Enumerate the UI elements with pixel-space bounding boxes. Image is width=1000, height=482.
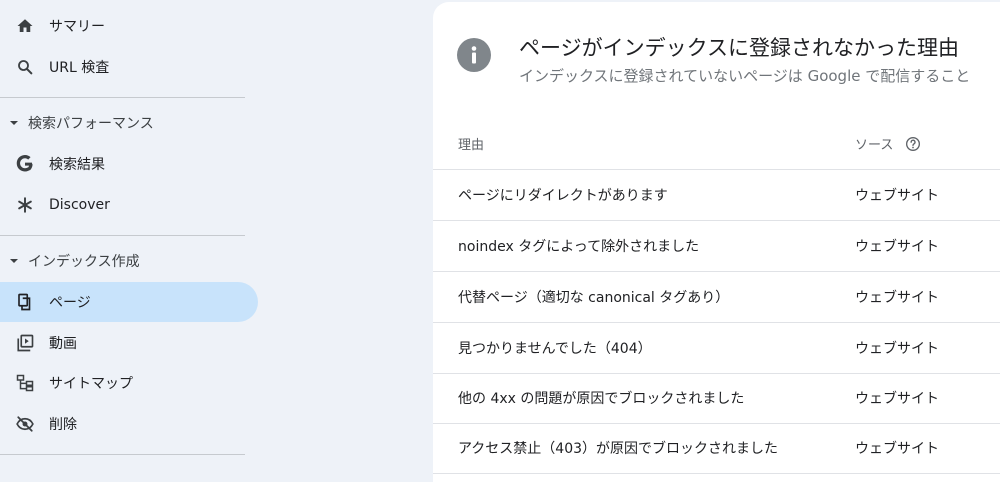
sidebar-item-label: Discover (49, 197, 110, 213)
row-source: ウェブサイト (855, 441, 939, 457)
table-row[interactable]: 代替ページ（適切な canonical タグあり） ウェブサイト (433, 272, 1000, 323)
search-icon (14, 56, 36, 78)
divider (0, 97, 245, 98)
sidebar-item-discover[interactable]: Discover (0, 185, 258, 225)
sidebar-item-label: URL 検査 (49, 60, 110, 76)
divider (0, 235, 245, 236)
sidebar-item-label: サマリー (49, 19, 105, 35)
sidebar-item-label: ページ (49, 295, 91, 311)
sidebar-item-summary[interactable]: サマリー (0, 6, 258, 46)
row-reason: 見つかりませんでした（404） (458, 341, 652, 357)
home-icon (14, 15, 36, 37)
row-source: ウェブサイト (855, 239, 939, 255)
row-source: ウェブサイト (855, 188, 939, 204)
row-reason: アクセス禁止（403）が原因でブロックされました (458, 441, 779, 457)
sitemap-icon (14, 372, 36, 394)
sidebar-item-sitemaps[interactable]: サイトマップ (0, 363, 258, 403)
asterisk-icon (14, 194, 36, 216)
row-source: ウェブサイト (855, 290, 939, 306)
pages-icon (14, 291, 36, 313)
column-header-source-label: ソース (855, 138, 894, 153)
section-label: 検索パフォーマンス (28, 116, 154, 132)
sidebar: サマリー URL 検査 検索パフォーマンス 検索結果 Discover インデッ… (0, 0, 262, 472)
sidebar-item-search-results[interactable]: 検索結果 (0, 144, 258, 184)
sidebar-item-label: サイトマップ (49, 376, 133, 392)
row-source: ウェブサイト (855, 341, 939, 357)
video-icon (14, 332, 36, 354)
row-reason: noindex タグによって除外されました (458, 239, 700, 255)
google-icon (14, 153, 36, 175)
sidebar-item-url-inspection[interactable]: URL 検査 (0, 47, 258, 87)
table-header: 理由 ソース (433, 120, 1000, 170)
table-row[interactable]: アクセス禁止（403）が原因でブロックされました ウェブサイト (433, 423, 1000, 474)
sidebar-item-label: 検索結果 (49, 157, 105, 173)
removal-icon (14, 413, 36, 435)
card-subtitle: インデックスに登録されていないページは Google で配信すること (519, 67, 971, 85)
sidebar-item-removals[interactable]: 削除 (0, 404, 258, 444)
table-row[interactable]: 見つかりませんでした（404） ウェブサイト (433, 323, 1000, 374)
help-icon[interactable] (905, 136, 921, 152)
info-icon (457, 38, 491, 72)
row-reason: 代替ページ（適切な canonical タグあり） (458, 290, 730, 306)
sidebar-item-video[interactable]: 動画 (0, 323, 258, 363)
caret-down-icon (9, 118, 21, 128)
section-header-performance[interactable]: 検索パフォーマンス (0, 106, 154, 140)
column-header-reason[interactable]: 理由 (458, 134, 484, 153)
row-reason: 他の 4xx の問題が原因でブロックされました (458, 391, 745, 407)
section-label: インデックス作成 (28, 254, 140, 270)
table-row[interactable]: noindex タグによって除外されました ウェブサイト (433, 221, 1000, 272)
table-row[interactable]: ページにリダイレクトがあります ウェブサイト (433, 170, 1000, 221)
divider (0, 454, 245, 455)
row-source: ウェブサイト (855, 391, 939, 407)
sidebar-item-label: 削除 (49, 417, 77, 433)
row-reason: ページにリダイレクトがあります (458, 188, 668, 204)
column-header-source[interactable]: ソース (855, 134, 921, 153)
sidebar-item-label: 動画 (49, 336, 77, 352)
not-indexed-reasons-card: ページがインデックスに登録されなかった理由 インデックスに登録されていないページ… (433, 2, 1000, 482)
table-row[interactable]: 他の 4xx の問題が原因でブロックされました ウェブサイト (433, 373, 1000, 424)
caret-down-icon (9, 256, 21, 266)
card-title: ページがインデックスに登録されなかった理由 (519, 36, 959, 60)
section-header-indexing[interactable]: インデックス作成 (0, 244, 140, 278)
sidebar-item-pages[interactable]: ページ (0, 282, 258, 322)
